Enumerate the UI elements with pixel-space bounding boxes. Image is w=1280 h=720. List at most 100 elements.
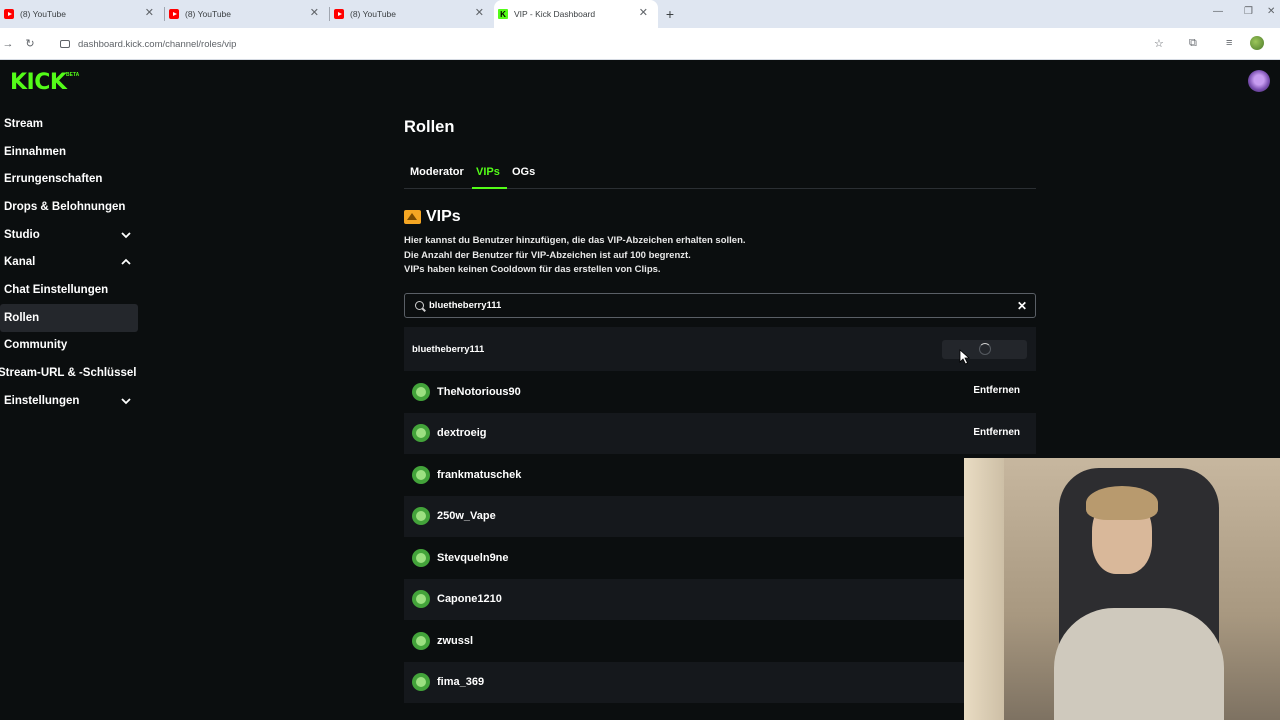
restore-icon[interactable]: ❐ — [1244, 6, 1253, 17]
table-row: 250w_Vape — [404, 495, 1036, 537]
user-badge-icon — [412, 673, 430, 692]
vip-username[interactable]: dextroeig — [437, 427, 487, 439]
close-icon[interactable]: ✕ — [639, 8, 648, 19]
sidebar-item-label: Studio — [4, 228, 40, 241]
user-badge-icon — [412, 424, 430, 443]
sidebar-item-label: Stream — [4, 117, 43, 130]
close-icon[interactable]: ✕ — [145, 8, 154, 19]
browser-profile-icon[interactable] — [1250, 36, 1264, 50]
bookmark-star-icon[interactable]: ☆ — [1154, 37, 1164, 50]
extensions-icon[interactable]: ⧉ — [1189, 37, 1197, 50]
description-line: Hier kannst du Benutzer hinzufügen, die … — [404, 235, 746, 246]
table-row: TheNotorious90 Entfernen — [404, 371, 1036, 413]
page-title: Rollen — [404, 118, 455, 136]
youtube-icon — [334, 9, 344, 19]
user-badge-icon — [412, 631, 430, 650]
forward-icon[interactable]: → — [0, 38, 18, 50]
media-control-icon[interactable]: ≡ — [1226, 37, 1232, 49]
omnibox[interactable]: dashboard.kick.com/channel/roles/vip — [50, 32, 1180, 56]
beta-badge: BETA — [66, 72, 80, 78]
sidebar-item-community[interactable]: Community — [0, 332, 138, 360]
description-line: VIPs haben keinen Cooldown für das erste… — [404, 264, 661, 275]
search-input[interactable] — [429, 300, 1009, 311]
sidebar: Stream Einnahmen Errungenschaften Drops … — [0, 110, 138, 415]
sidebar-item-label: Einnahmen — [4, 145, 66, 158]
table-row: fima_369 — [404, 661, 1036, 703]
sidebar-item-drops[interactable]: Drops & Belohnungen — [0, 193, 138, 221]
sidebar-item-label: Einstellungen — [4, 394, 80, 407]
table-row: frankmatuschek — [404, 454, 1036, 496]
mouse-cursor-icon — [959, 349, 970, 365]
vip-username[interactable]: zwussl — [437, 635, 473, 647]
tab-title: VIP - Kick Dashboard — [514, 9, 596, 19]
crown-icon — [404, 210, 421, 224]
tab-title: (8) YouTube — [350, 9, 396, 19]
vip-list: bluetheberry111 TheNotorious90 Entfernen… — [404, 327, 1036, 703]
reload-icon[interactable]: ↻ — [20, 37, 40, 50]
vip-username[interactable]: TheNotorious90 — [437, 386, 521, 398]
chevron-down-icon[interactable] — [120, 229, 132, 241]
sidebar-item-label: Errungenschaften — [4, 173, 103, 186]
tab-moderator[interactable]: Moderator — [410, 166, 464, 178]
active-tab-indicator — [472, 187, 507, 189]
browser-tab[interactable]: (8) YouTube ✕ — [0, 0, 164, 28]
sidebar-item-rollen[interactable]: Rollen — [0, 303, 138, 332]
browser-tab-bar: (8) YouTube ✕ (8) YouTube ✕ (8) YouTube … — [0, 0, 1280, 28]
user-badge-icon — [412, 590, 430, 609]
table-row: Stevqueln9ne — [404, 537, 1036, 579]
sidebar-item-stream[interactable]: Stream — [0, 110, 138, 138]
vip-username[interactable]: Stevqueln9ne — [437, 552, 509, 564]
table-row: dextroeig Entfernen — [404, 412, 1036, 454]
close-window-icon[interactable]: ✕ — [1267, 6, 1275, 17]
user-avatar[interactable] — [1248, 70, 1270, 92]
url-text[interactable]: dashboard.kick.com/channel/roles/vip — [78, 39, 236, 50]
youtube-icon — [169, 9, 179, 19]
sidebar-item-kanal[interactable]: Kanal — [0, 248, 138, 276]
browser-tab[interactable]: (8) YouTube ✕ — [330, 0, 494, 28]
chevron-up-icon[interactable] — [120, 256, 132, 268]
search-icon — [415, 301, 424, 310]
table-row: zwussl — [404, 620, 1036, 662]
user-badge-icon — [412, 465, 430, 484]
clear-icon[interactable]: ✕ — [1017, 299, 1027, 313]
sidebar-item-label: Rollen — [4, 311, 40, 324]
section-header: VIPs — [404, 208, 461, 226]
sidebar-item-errungenschaften[interactable]: Errungenschaften — [0, 165, 138, 193]
vip-username[interactable]: frankmatuschek — [437, 469, 521, 481]
section-title: VIPs — [426, 208, 461, 225]
add-vip-button[interactable] — [942, 340, 1027, 359]
user-badge-icon — [412, 382, 430, 401]
sidebar-item-studio[interactable]: Studio — [0, 221, 138, 249]
loading-spinner-icon — [979, 343, 991, 355]
tab-ogs[interactable]: OGs — [512, 166, 535, 178]
sidebar-item-label: Kanal — [4, 256, 36, 269]
vip-username[interactable]: fima_369 — [437, 676, 484, 688]
close-icon[interactable]: ✕ — [310, 8, 319, 19]
user-badge-icon — [412, 507, 430, 526]
role-tabs: Moderator VIPs OGs — [404, 162, 1036, 189]
remove-button[interactable]: Entfernen — [973, 385, 1020, 396]
description-line: Die Anzahl der Benutzer für VIP-Abzeiche… — [404, 250, 691, 261]
browser-tab[interactable]: (8) YouTube ✕ — [165, 0, 329, 28]
vip-username[interactable]: 250w_Vape — [437, 510, 496, 522]
sidebar-item-chat-einstellungen[interactable]: Chat Einstellungen — [0, 276, 138, 304]
kick-icon: K — [498, 9, 508, 19]
sidebar-item-label: Stream-URL & -Schlüssel — [0, 367, 137, 380]
chevron-down-icon[interactable] — [120, 395, 132, 407]
new-tab-icon[interactable]: + — [658, 0, 682, 28]
youtube-icon — [4, 9, 14, 19]
kick-logo[interactable]: KICK — [10, 70, 67, 95]
sidebar-item-stream-url[interactable]: Stream-URL & -Schlüssel — [0, 359, 138, 387]
search-result-username: bluetheberry111 — [412, 343, 485, 355]
sidebar-item-einstellungen[interactable]: Einstellungen — [0, 387, 138, 415]
search-result-row: bluetheberry111 — [404, 327, 1036, 371]
close-icon[interactable]: ✕ — [475, 8, 484, 19]
minimize-icon[interactable]: — — [1213, 6, 1223, 17]
browser-tab-active[interactable]: K VIP - Kick Dashboard ✕ — [494, 0, 658, 28]
vip-username[interactable]: Capone1210 — [437, 593, 502, 605]
tab-title: (8) YouTube — [185, 9, 231, 19]
sidebar-item-einnahmen[interactable]: Einnahmen — [0, 138, 138, 166]
site-info-icon[interactable] — [60, 40, 70, 48]
tab-vips[interactable]: VIPs — [476, 166, 500, 178]
remove-button[interactable]: Entfernen — [973, 427, 1020, 438]
